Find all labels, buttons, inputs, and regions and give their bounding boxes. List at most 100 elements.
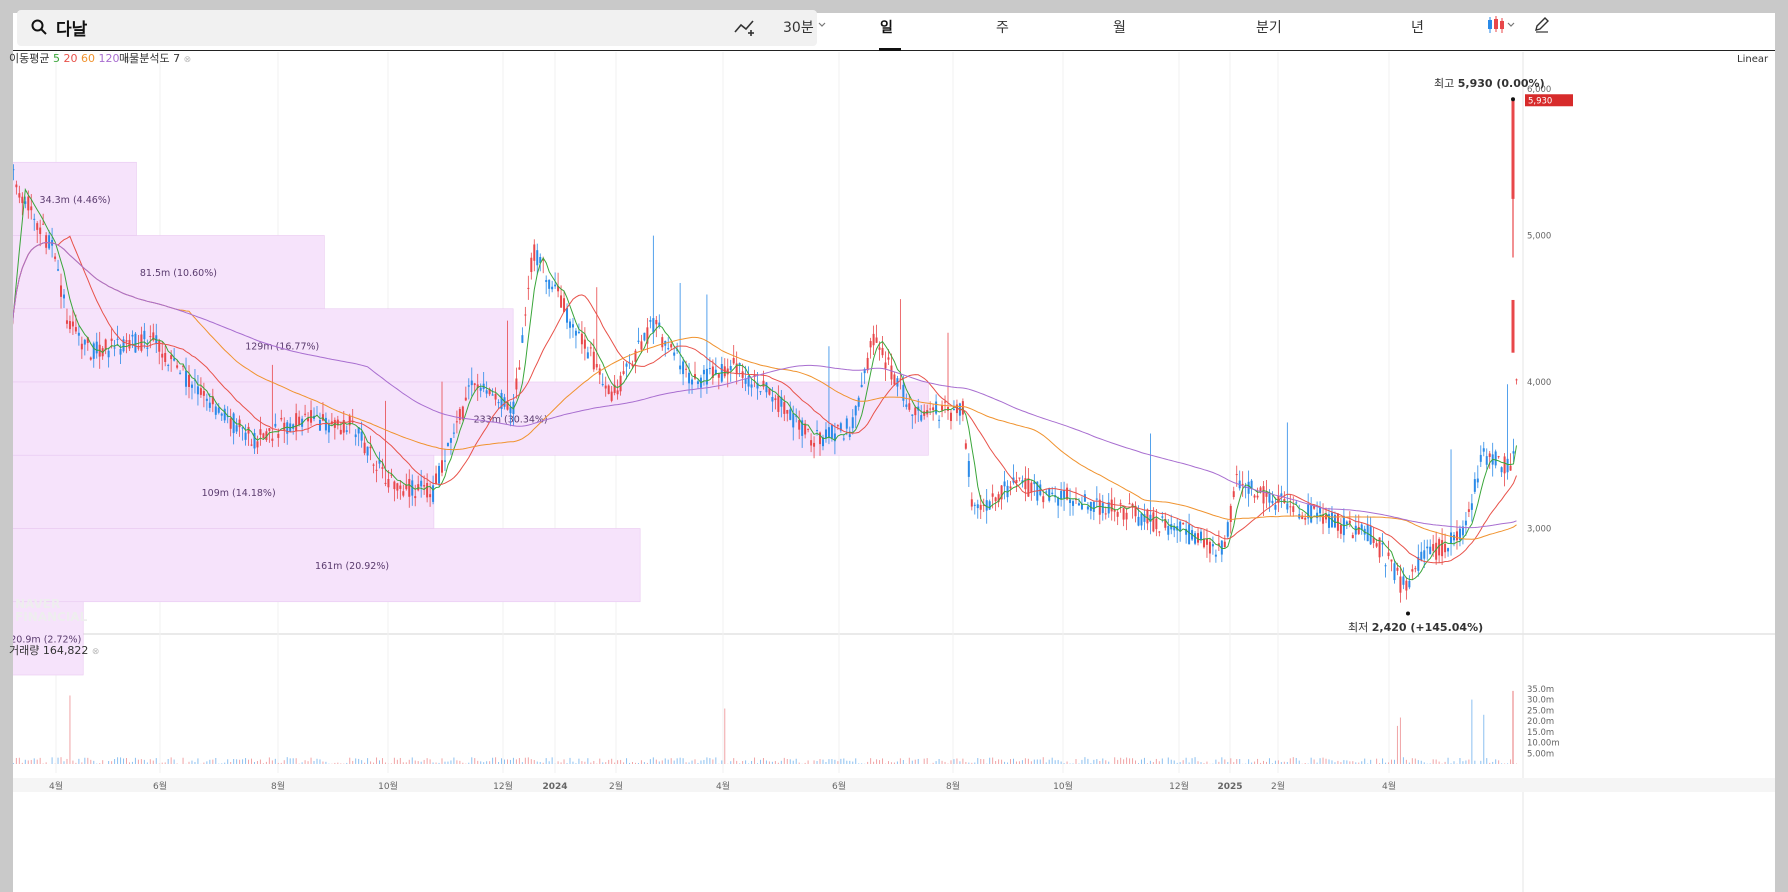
tab-quarter[interactable]: 분기 xyxy=(1256,17,1282,37)
volume-close-icon[interactable]: ⊗ xyxy=(92,647,100,657)
candle-body xyxy=(878,347,881,350)
candle-body xyxy=(708,368,711,370)
price-tick-label: 5,000 xyxy=(1527,232,1551,242)
candle-body xyxy=(1399,576,1402,593)
candle-body xyxy=(824,429,827,439)
candle-body xyxy=(259,429,262,435)
tab-week[interactable]: 주 xyxy=(996,17,1009,37)
candle-body xyxy=(384,482,387,484)
candle-body xyxy=(836,425,839,427)
candle-body xyxy=(1292,506,1295,512)
candle-body xyxy=(268,428,271,431)
candle-body xyxy=(441,460,444,473)
candle-body xyxy=(432,485,435,502)
candle-body xyxy=(1426,546,1429,549)
volume-label: 거래량 xyxy=(9,644,40,657)
volume-legend[interactable]: 거래량 164,822 ⊗ xyxy=(9,642,99,658)
candle-body xyxy=(393,481,396,490)
candle-body xyxy=(220,413,223,416)
volume-profile-close-icon[interactable]: ⊗ xyxy=(184,55,192,65)
candle-body xyxy=(1488,453,1491,457)
candle-body xyxy=(420,480,423,487)
candle-body xyxy=(905,404,908,407)
high-price-marker: 최고 5,930 (0.00%) xyxy=(1434,75,1545,91)
interval-select[interactable]: 30분 xyxy=(783,17,814,37)
candle-body xyxy=(1390,559,1393,562)
candle-body xyxy=(223,408,226,421)
candle-body xyxy=(414,496,417,499)
candle-body xyxy=(527,287,530,289)
candle-body xyxy=(92,343,95,359)
candle-body xyxy=(1375,543,1378,547)
x-tick-label: 8월 xyxy=(946,780,960,792)
volume-profile-legend[interactable]: 매물분석도 7 ⊗ xyxy=(119,50,191,66)
candle-body xyxy=(640,341,643,350)
candle-body xyxy=(985,500,988,511)
candle-body xyxy=(1500,467,1503,473)
toolbar: 다날 30분 일 주 월 분기 년 xyxy=(13,10,1775,51)
candle-body xyxy=(679,365,682,370)
candle-body xyxy=(509,407,512,414)
price-chart[interactable]: 4월6월8월10월12월20242월4월6월8월10월12월20252월4월4월… xyxy=(13,13,1775,892)
x-tick-label: 2024 xyxy=(542,782,567,792)
candle-body xyxy=(851,417,854,429)
scale-mode-select[interactable]: Linear xyxy=(1737,54,1768,65)
tab-month[interactable]: 월 xyxy=(1113,17,1126,37)
candle-body xyxy=(571,324,574,328)
candle-body xyxy=(36,223,39,230)
candle-type-icon[interactable] xyxy=(1486,15,1516,35)
candle-body xyxy=(1444,543,1447,553)
candle-body xyxy=(643,332,646,341)
candle-body xyxy=(381,467,384,469)
candle-body xyxy=(1146,509,1149,524)
candle-body xyxy=(77,332,80,336)
candle-body xyxy=(1411,569,1414,572)
candle-body xyxy=(119,348,122,355)
candle-body xyxy=(470,380,473,386)
candle-body xyxy=(446,442,449,447)
candle-body xyxy=(929,408,932,410)
search-box[interactable]: 다날 xyxy=(17,10,817,46)
candle-body xyxy=(256,441,259,448)
candle-body xyxy=(60,285,63,297)
candle-body xyxy=(848,434,851,437)
candle-body xyxy=(881,347,884,356)
candle-body xyxy=(1435,542,1438,560)
candle-body xyxy=(1208,541,1211,554)
high-point xyxy=(1511,97,1515,102)
tab-day[interactable]: 일 xyxy=(880,17,893,37)
candle-body xyxy=(994,497,997,502)
candle-body xyxy=(443,460,446,462)
pencil-icon[interactable] xyxy=(1533,15,1551,33)
candle-body xyxy=(202,391,205,396)
candle-body xyxy=(435,473,438,485)
chevron-down-icon[interactable] xyxy=(818,22,826,28)
candle-body xyxy=(196,386,199,395)
x-tick-label: 6월 xyxy=(153,780,167,792)
candle-body xyxy=(57,269,60,271)
candle-body xyxy=(807,428,810,430)
candle-body xyxy=(1482,448,1485,452)
candle-body xyxy=(813,442,816,447)
x-tick-label: 12월 xyxy=(493,780,513,792)
high-value: 5,930 (0.00%) xyxy=(1457,77,1545,90)
ma-120: 120 xyxy=(98,52,120,65)
candle-body xyxy=(235,425,238,432)
candle-body xyxy=(18,193,21,198)
candle-body xyxy=(988,501,991,510)
candle-body xyxy=(429,494,432,498)
ma-legend[interactable]: 이동평균 5 20 60 120 ⊗ xyxy=(9,50,131,66)
volume-profile-label: 161m (20.92%) xyxy=(315,561,389,572)
candle-body xyxy=(580,333,583,345)
candle-body xyxy=(286,422,289,434)
candle-body xyxy=(491,394,494,396)
tab-year[interactable]: 년 xyxy=(1411,17,1424,37)
candle-body xyxy=(1384,565,1387,567)
candle-body xyxy=(1253,495,1256,498)
candle-body xyxy=(89,357,92,360)
candle-body xyxy=(318,419,321,431)
drawing-tool-icon[interactable] xyxy=(733,16,757,36)
candle-body xyxy=(798,420,801,430)
candle-body xyxy=(649,320,652,322)
current-price-value: 5,930 xyxy=(1528,96,1552,106)
